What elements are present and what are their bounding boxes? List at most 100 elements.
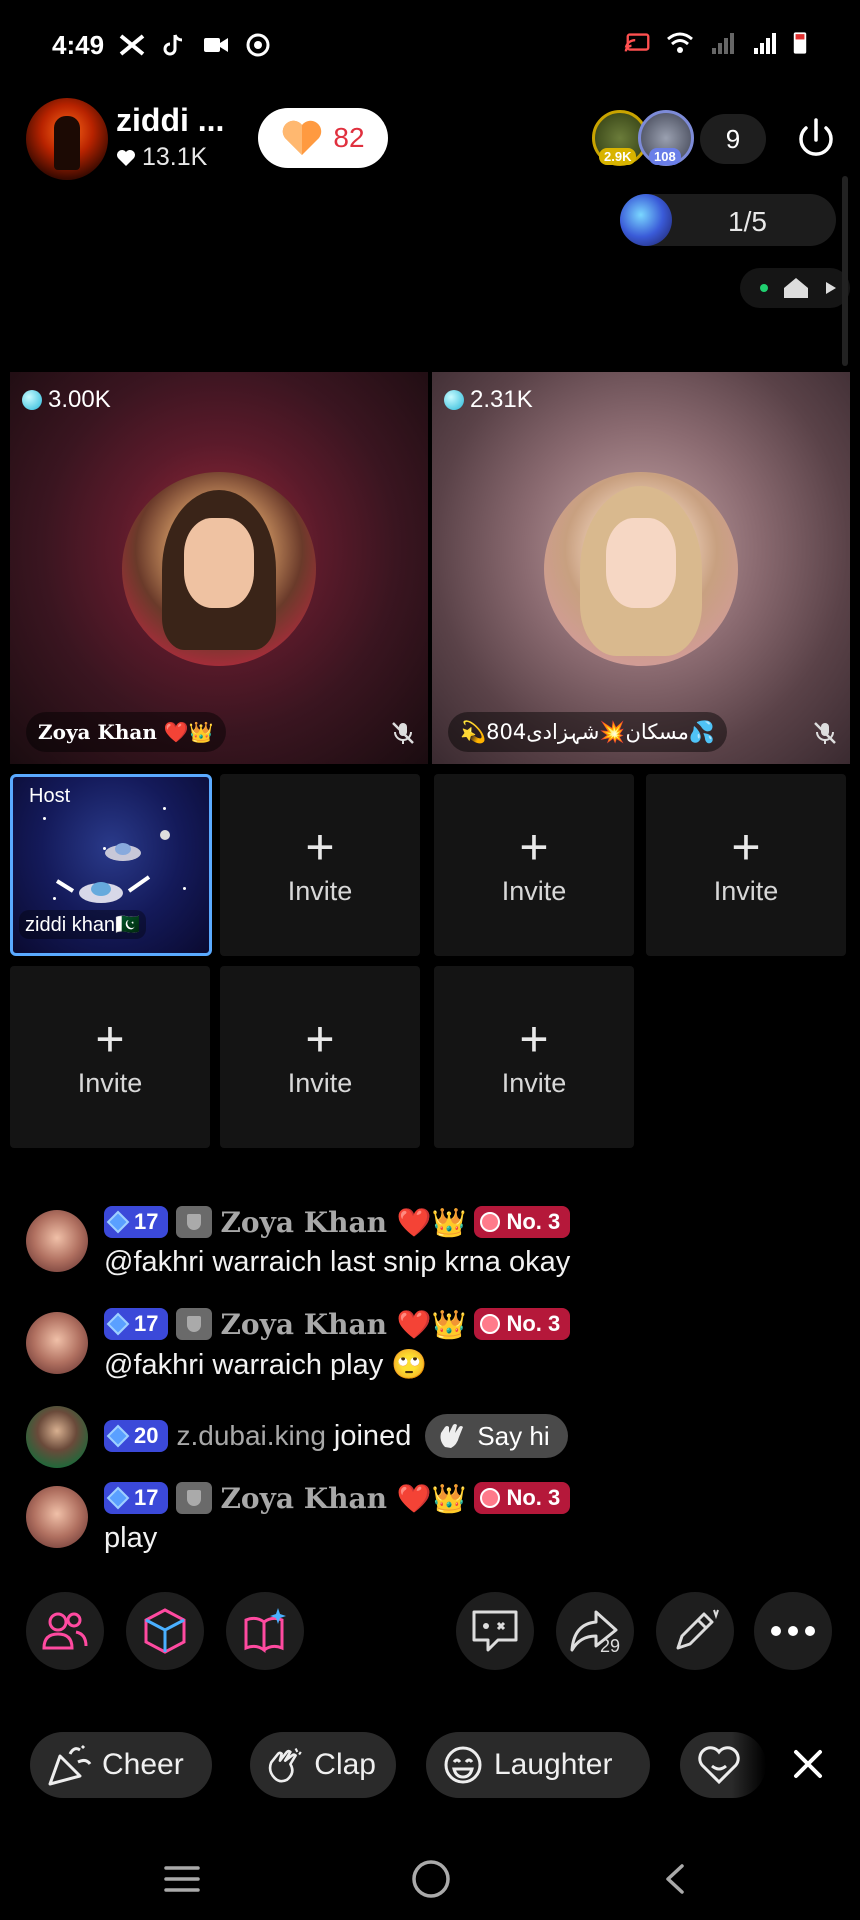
seat-score-value: 3.00K [48,386,111,413]
chat-text: @fakhri warraich play 🙄 [104,1349,428,1381]
diamond-icon [106,1210,130,1234]
chat-text: @fakhri warraich last snip krna okay [104,1246,571,1278]
invite-label: Invite [287,1067,353,1098]
reaction-heart[interactable] [680,1732,766,1798]
share-button[interactable]: 29 [556,1592,634,1670]
seat-avatar[interactable] [544,472,738,666]
seat-name: 💫804مسکان💥شہزادی💦 [448,712,728,752]
say-hi-button[interactable]: Say hi [425,1414,568,1458]
level-badge: 17 [104,1482,169,1514]
room-mini-controls[interactable] [740,268,850,308]
plus-icon: + [519,1010,549,1067]
host-avatar[interactable] [26,98,108,180]
back-icon[interactable] [660,1862,690,1896]
chat-username[interactable]: Zoya Khan ❤️👑 [220,1206,466,1239]
magic-book-icon [244,1608,286,1653]
shield-icon [176,1206,213,1238]
tiktok-icon [163,34,183,56]
invite-seat[interactable]: + Invite [434,774,634,956]
viewer-avatar[interactable]: 108 [638,110,694,166]
seat-name: Zoya Khan ❤️👑 [26,712,226,752]
heart-count: 82 [333,122,365,153]
chat-text: play [104,1522,158,1554]
follow-heart-button[interactable]: 82 [258,108,388,168]
viewer-badge: 108 [649,148,681,165]
avatar[interactable] [26,1406,88,1468]
users-button[interactable] [26,1592,104,1670]
invite-seat[interactable]: + Invite [220,774,420,956]
recent-apps-icon[interactable] [162,1862,202,1896]
rank-pill[interactable]: 1/5 [620,194,836,246]
seat-avatar[interactable] [122,472,316,666]
diamond-icon [106,1312,130,1336]
chat-username[interactable]: Zoya Khan ❤️👑 [220,1482,466,1515]
heart-icon [283,120,322,155]
rank-value: No. 3 [506,1311,561,1336]
avatar[interactable] [26,1486,88,1548]
side-handle[interactable] [842,176,848,366]
mic-muted-icon [392,722,414,744]
chat-username[interactable]: Zoya Khan ❤️👑 [220,1308,466,1341]
invite-seat[interactable]: + Invite [220,966,420,1148]
system-nav-bar [0,1840,860,1920]
more-button[interactable] [754,1592,832,1670]
shield-icon [176,1308,213,1340]
seat-score: 2.31K [444,386,533,414]
game-button[interactable] [126,1592,204,1670]
magic-book-button[interactable] [226,1592,304,1670]
invite-label: Invite [287,875,353,906]
say-hi-label: Say hi [477,1420,550,1451]
close-icon[interactable] [786,1742,830,1786]
signal-icon [754,33,776,54]
level-value: 17 [134,1311,159,1336]
invite-label: Invite [501,875,567,906]
plus-icon: + [305,818,335,875]
invite-seat[interactable]: + Invite [646,774,846,956]
top-viewers[interactable]: 2.9K 108 [592,110,696,168]
host-name[interactable]: ziddi ... [116,102,224,139]
cast-icon [624,33,650,52]
chat-bubble-button[interactable] [456,1592,534,1670]
share-count: 29 [600,1636,621,1656]
power-icon[interactable] [790,114,842,166]
host-likes: 13.1K [116,143,207,172]
edit-button[interactable] [656,1592,734,1670]
clock-icon [480,1488,501,1508]
reaction-cheer[interactable]: Cheer [30,1732,212,1798]
wave-hand-icon [440,1424,464,1448]
host-seat[interactable]: Host ziddi khan🇵🇰 [10,774,212,956]
users-icon [42,1612,88,1650]
avatar[interactable] [26,1312,88,1374]
level-badge: 20 [104,1420,169,1452]
notification-icons [118,32,272,58]
play-icon[interactable] [824,280,838,296]
mic-muted-icon [814,722,836,744]
wifi-icon [667,32,693,53]
guest-seat-1[interactable]: 3.00K Zoya Khan ❤️👑 [10,372,428,764]
host-tag: Host [29,785,71,807]
seat-score: 3.00K [22,386,111,414]
laughing-face-icon [444,1746,482,1784]
invite-seat[interactable]: + Invite [434,966,634,1148]
level-value: 17 [134,1485,159,1510]
invite-label: Invite [501,1067,567,1098]
viewer-count-button[interactable]: 9 [700,114,766,164]
avatar[interactable] [26,1210,88,1272]
status-time: 4:49 [52,30,105,60]
level-badge: 17 [104,1206,169,1238]
capcut-icon [119,34,145,56]
pen-icon [676,1609,719,1650]
invite-label: Invite [77,1067,143,1098]
chat-username[interactable]: z.dubai.king [176,1420,325,1452]
invite-seat[interactable]: + Invite [10,966,210,1148]
home-icon[interactable] [782,276,810,300]
record-icon [246,33,270,57]
home-button-icon[interactable] [410,1858,452,1900]
reaction-laughter[interactable]: Laughter [426,1732,650,1798]
guest-seat-2[interactable]: 2.31K 💫804مسکان💥شہزادی💦 [432,372,850,764]
clapping-hands-icon [268,1747,302,1783]
clock-icon [480,1212,501,1232]
rank-value: No. 3 [506,1209,561,1234]
plus-icon: + [731,818,761,875]
reaction-clap[interactable]: Clap [250,1732,396,1798]
